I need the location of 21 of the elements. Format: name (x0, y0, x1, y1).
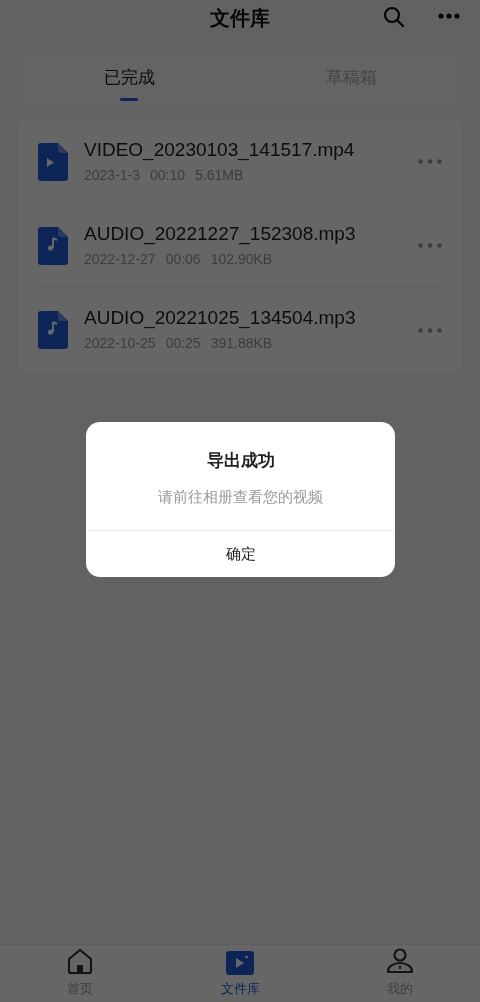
confirm-button[interactable]: 确定 (86, 531, 395, 577)
home-icon (66, 946, 94, 975)
tab[interactable]: 已完成 (18, 50, 240, 106)
dialog-title: 导出成功 (206, 450, 275, 472)
nav-tab[interactable]: 文件库 (160, 945, 320, 1002)
dialog-message: 请前往相册查看您的视频 (158, 486, 323, 507)
audio-file-icon (38, 311, 68, 349)
file-name: VIDEO_20230103_141517.mp4 (84, 137, 356, 162)
play-icon (226, 950, 254, 975)
search-icon[interactable] (383, 6, 405, 28)
page-title: 文件库 (210, 6, 270, 31)
more-icon[interactable] (418, 159, 442, 164)
more-icon[interactable] (438, 13, 460, 19)
tab-indicator (120, 98, 138, 101)
more-icon[interactable] (418, 243, 442, 248)
file-name: AUDIO_20221227_152308.mp3 (84, 221, 357, 246)
file-name: AUDIO_20221025_134504.mp3 (84, 306, 357, 330)
person-icon (386, 946, 414, 975)
audio-file-icon (38, 226, 68, 265)
video-file-icon (38, 142, 68, 181)
more-icon[interactable] (418, 327, 442, 333)
